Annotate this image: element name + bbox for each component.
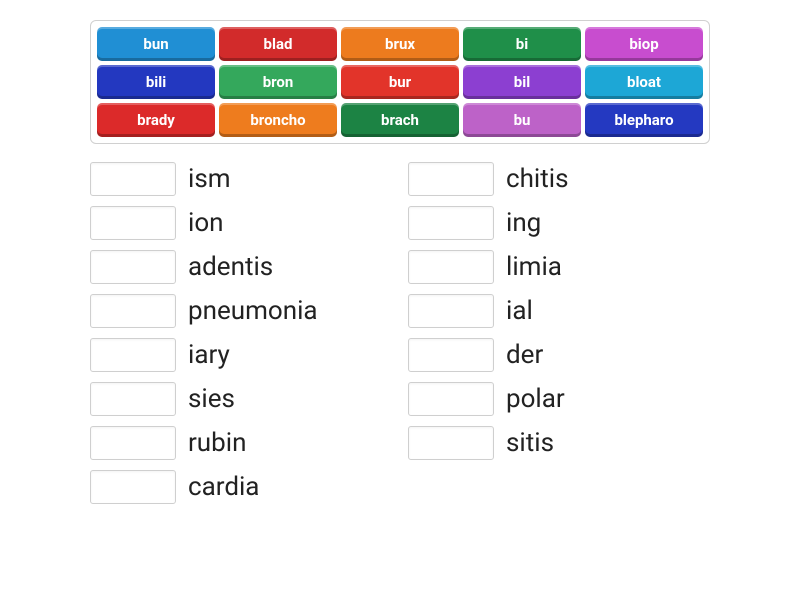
suffix-label: ism [188,164,231,194]
drop-target[interactable] [90,338,176,372]
tile-bloat[interactable]: bloat [585,65,703,99]
tile-biop[interactable]: biop [585,27,703,61]
suffix-label: ial [506,296,533,326]
drop-target[interactable] [408,162,494,196]
slot-row: der [408,338,710,372]
slot-row: limia [408,250,710,284]
column-left: ism ion adentis pneumonia iary sies rubin cardi… [90,162,392,514]
suffix-label: adentis [188,252,273,282]
suffix-label: iary [188,340,230,370]
slot-row: ial [408,294,710,328]
slot-row: ing [408,206,710,240]
slot-row: cardia [90,470,392,504]
tile-blad[interactable]: blad [219,27,337,61]
tile-bi[interactable]: bi [463,27,581,61]
tile-bil[interactable]: bil [463,65,581,99]
slot-row: ism [90,162,392,196]
suffix-label: pneumonia [188,296,318,326]
drop-target[interactable] [90,206,176,240]
slot-row: iary [90,338,392,372]
slot-row: ion [90,206,392,240]
slot-row: chitis [408,162,710,196]
slot-row: sitis [408,426,710,460]
drop-target[interactable] [408,382,494,416]
drop-target[interactable] [90,162,176,196]
slot-row: polar [408,382,710,416]
drop-target[interactable] [90,426,176,460]
drop-target[interactable] [90,382,176,416]
suffix-label: der [506,340,543,370]
drop-columns: ism ion adentis pneumonia iary sies rubin cardi… [90,162,710,514]
tile-brux[interactable]: brux [341,27,459,61]
tile-bu[interactable]: bu [463,103,581,137]
tile-tray: bunbladbruxbibiop bilibronburbilbloat brad… [90,20,710,144]
drop-target[interactable] [408,338,494,372]
column-right: chitis ing limia ial der polar sitis [408,162,710,514]
tile-brach[interactable]: brach [341,103,459,137]
slot-row: sies [90,382,392,416]
suffix-label: polar [506,384,565,414]
drop-target[interactable] [408,294,494,328]
suffix-label: sitis [506,428,554,458]
drop-target[interactable] [90,294,176,328]
slot-row: pneumonia [90,294,392,328]
tile-bun[interactable]: bun [97,27,215,61]
drop-target[interactable] [90,470,176,504]
suffix-label: rubin [188,428,246,458]
suffix-label: cardia [188,472,259,502]
drop-target[interactable] [408,250,494,284]
tile-blepharo[interactable]: blepharo [585,103,703,137]
suffix-label: ing [506,208,541,238]
tile-bili[interactable]: bili [97,65,215,99]
tile-bron[interactable]: bron [219,65,337,99]
tile-brady[interactable]: brady [97,103,215,137]
suffix-label: ion [188,208,224,238]
drop-target[interactable] [408,426,494,460]
slot-row: adentis [90,250,392,284]
tile-broncho[interactable]: broncho [219,103,337,137]
suffix-label: chitis [506,164,569,194]
suffix-label: limia [506,252,562,282]
suffix-label: sies [188,384,235,414]
drop-target[interactable] [408,206,494,240]
slot-row: rubin [90,426,392,460]
drop-target[interactable] [90,250,176,284]
tile-bur[interactable]: bur [341,65,459,99]
